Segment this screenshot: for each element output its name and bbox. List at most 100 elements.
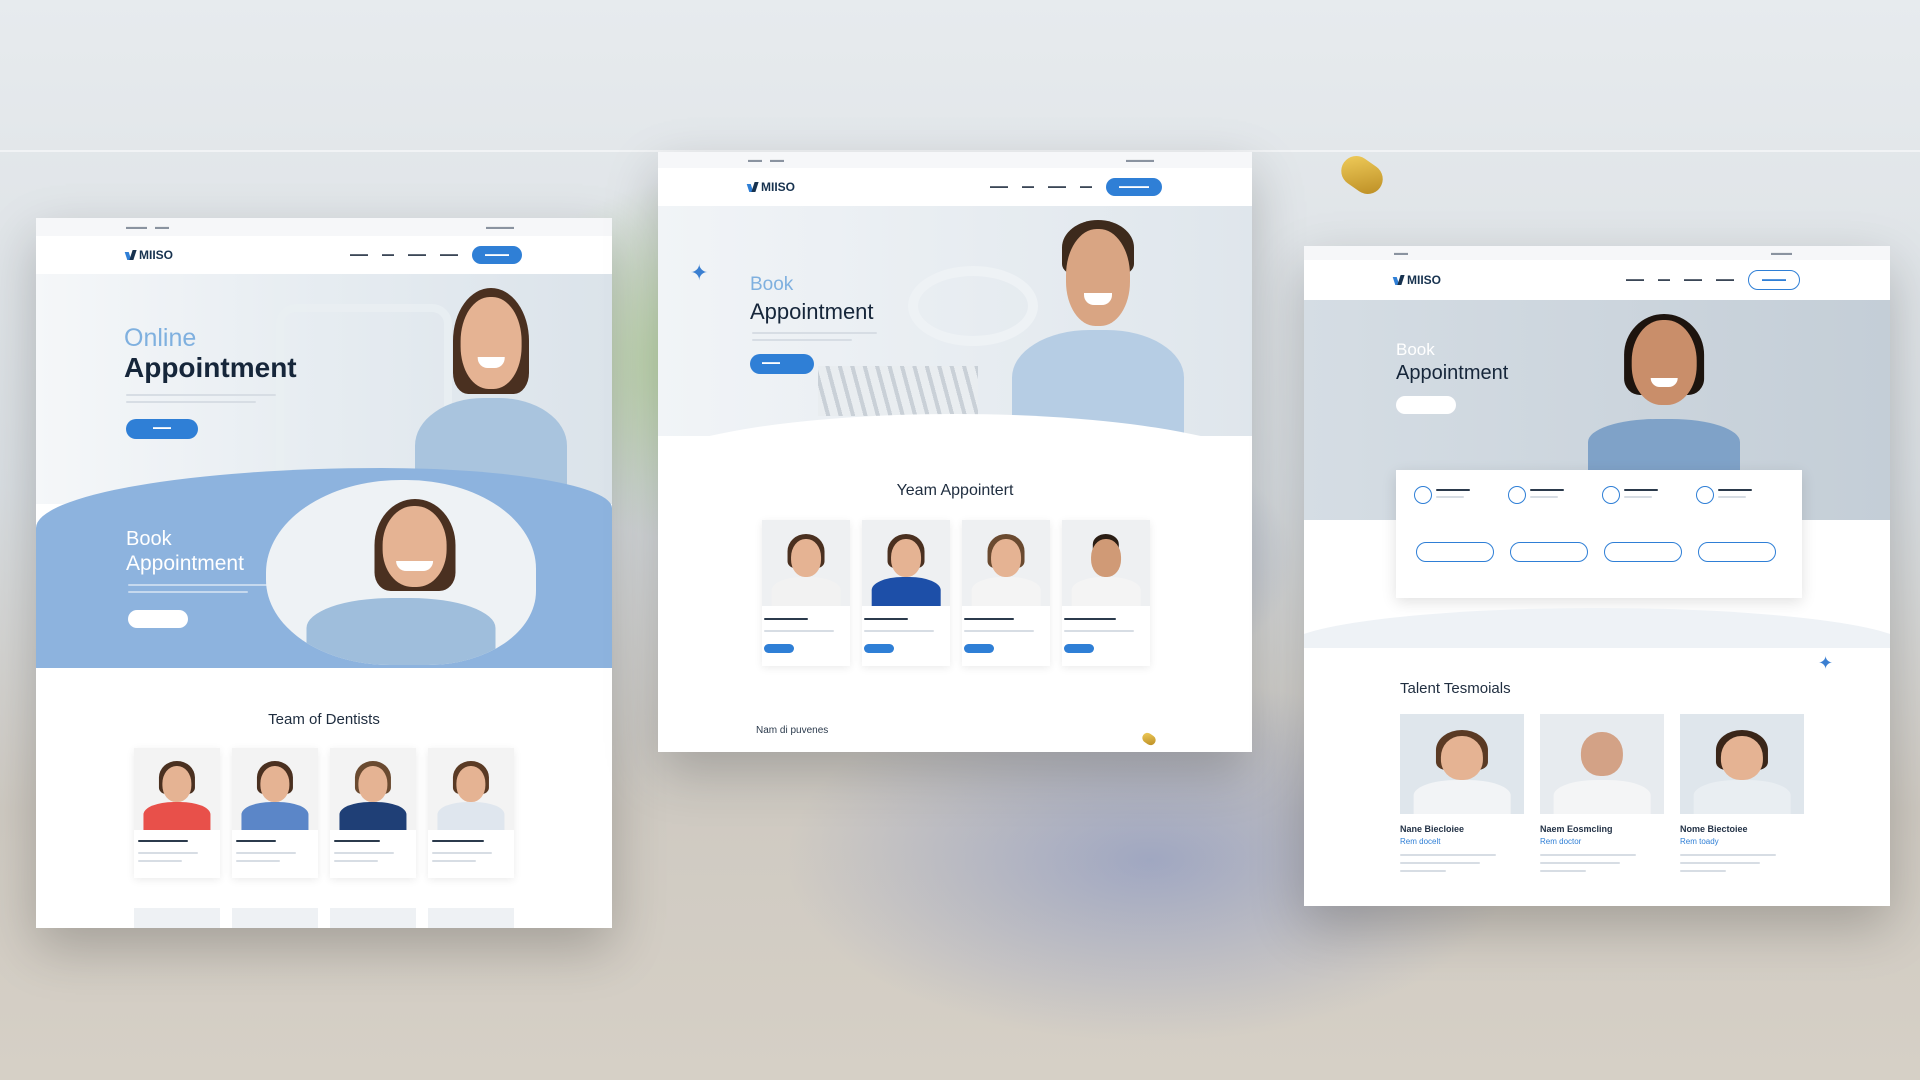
dentist-photo [762,520,850,606]
logo[interactable]: MIISO [1394,273,1441,287]
navbar: MIISO ▬▬▬ ▬▬ ▬▬▬ ▬▬▬ ▬▬▬▬ [36,236,612,275]
book-title-light: Book [126,528,172,550]
nav-item[interactable]: ▬▬▬ [440,252,458,258]
nav-menu: ▬▬▬ ▬▬ ▬▬▬ ▬▬▬ ▬▬▬▬ [1626,270,1800,290]
service-item[interactable] [1692,486,1776,576]
nav-item[interactable]: ▬▬▬ [1626,277,1644,283]
book-title: Appointment [126,552,244,575]
services-card [1396,470,1802,598]
hero-title: Appointment [124,352,297,383]
card-button[interactable] [1064,644,1094,653]
nav-item[interactable]: ▬▬▬ [1684,277,1702,283]
team-card-partial [134,908,220,928]
top-info-bar: ▬▬ ▬▬ ▬▬▬▬ [658,152,1252,168]
hero-book-button[interactable]: ▬▬▬ [750,354,814,374]
book-section: Book Appointment [36,468,612,668]
dentist-photo [1062,520,1150,606]
nav-item[interactable]: ▬▬▬ [350,252,368,258]
service-button[interactable] [1604,542,1682,562]
hero-dentist-photo [998,206,1198,436]
section-title: Team of Dentists [268,711,380,728]
testimonial-role: Rem doctor [1540,837,1582,846]
top-info-bar: ▬▬ ▬▬▬ [1304,246,1890,260]
logo-icon [748,182,758,192]
hero-title: Appointment [750,299,874,324]
dentist-photo [134,748,220,830]
logo-icon [126,250,136,260]
nav-item[interactable]: ▬▬ [382,252,394,258]
team-card[interactable] [1062,520,1150,666]
card-button[interactable] [964,644,994,653]
hero-dentist-photo [1569,300,1759,470]
hero-book-button[interactable]: ▬▬▬ [126,419,198,439]
nav-item[interactable]: ▬▬▬ [1716,277,1734,283]
service-button[interactable] [1510,542,1588,562]
mockup-panel-right: ▬▬ ▬▬▬ MIISO ▬▬▬ ▬▬ ▬▬▬ ▬▬▬ ▬▬▬▬ Book Ap… [1304,246,1890,906]
clock-icon [1414,486,1432,504]
section-title: Talent Tesmoials [1400,680,1511,697]
wave-divider [1304,608,1890,648]
book-subtext [128,584,268,586]
testimonial-role: Rem toady [1680,837,1719,846]
nav-item[interactable]: ▬▬ [1080,184,1092,190]
book-button[interactable] [128,610,188,628]
testimonial-photo [1400,714,1524,814]
dentist-photo [962,520,1050,606]
testimonial-card[interactable]: Nane Biecloiee Rem docelt [1400,714,1524,884]
navbar: MIISO ▬▬▬ ▬▬ ▬▬▬ ▬▬ ▬▬▬▬▬ [658,168,1252,207]
team-card[interactable] [762,520,850,666]
mockup-panel-center: ▬▬ ▬▬ ▬▬▬▬ MIISO ▬▬▬ ▬▬ ▬▬▬ ▬▬ ▬▬▬▬▬ Book… [658,152,1252,752]
nav-item[interactable]: ▬▬▬ [408,252,426,258]
topbar-text: ▬▬▬ [1771,249,1792,257]
service-item[interactable] [1504,486,1588,576]
dental-instruments [818,366,978,416]
team-card[interactable] [428,748,514,878]
dentist-photo [232,748,318,830]
book-subtext [128,591,248,593]
hero-title: Appointment [1396,362,1509,384]
book-dentist-photo [266,480,536,665]
team-card[interactable] [862,520,950,666]
nav-cta-button[interactable]: ▬▬▬▬ [1748,270,1800,290]
footer-text: Nam di puvenes [756,725,829,736]
topbar-text: ▬▬ [748,156,762,164]
team-card-partial [330,908,416,928]
tooth-icon [1602,486,1620,504]
nav-menu: ▬▬▬ ▬▬ ▬▬▬ ▬▬▬ ▬▬▬▬ [350,246,522,264]
card-button[interactable] [864,644,894,653]
section-title: Yeam Appointert [896,482,1014,499]
hero-subtext [126,401,256,403]
testimonial-role: Rem docelt [1400,837,1441,846]
testimonial-card[interactable]: Nome Biectoiee Rem toady [1680,714,1804,884]
check-icon [1696,486,1714,504]
nav-item[interactable]: ▬▬ [1658,277,1670,283]
hero-subtext [752,332,877,334]
testimonial-photo [1540,714,1664,814]
nav-cta-button[interactable]: ▬▬▬▬▬ [1106,178,1162,196]
hero-book-button[interactable] [1396,396,1456,414]
nav-cta-button[interactable]: ▬▬▬▬ [472,246,522,264]
nav-item[interactable]: ▬▬▬ [990,184,1008,190]
topbar-text: ▬▬ [1394,249,1408,257]
nav-item[interactable]: ▬▬▬ [1048,184,1066,190]
team-card[interactable] [962,520,1050,666]
hero-title-light: Book [1396,340,1435,359]
team-card[interactable] [330,748,416,878]
logo[interactable]: MIISO [126,248,173,262]
team-card-partial [428,908,514,928]
service-button[interactable] [1416,542,1494,562]
nav-item[interactable]: ▬▬ [1022,184,1034,190]
sparkle-icon: ✦ [690,260,709,285]
card-button[interactable] [764,644,794,653]
service-item[interactable] [1410,486,1494,576]
testimonial-card[interactable]: Naem Eosmcling Rem doctor [1540,714,1664,884]
service-item[interactable] [1598,486,1682,576]
testimonial-name: Nome Biectoiee [1680,824,1748,834]
hero-title-light: Online [124,324,197,352]
service-button[interactable] [1698,542,1776,562]
topbar-text: ▬▬▬▬ [1126,156,1154,164]
testimonial-photo [1680,714,1804,814]
team-card[interactable] [232,748,318,878]
logo[interactable]: MIISO [748,180,795,194]
team-card[interactable] [134,748,220,878]
